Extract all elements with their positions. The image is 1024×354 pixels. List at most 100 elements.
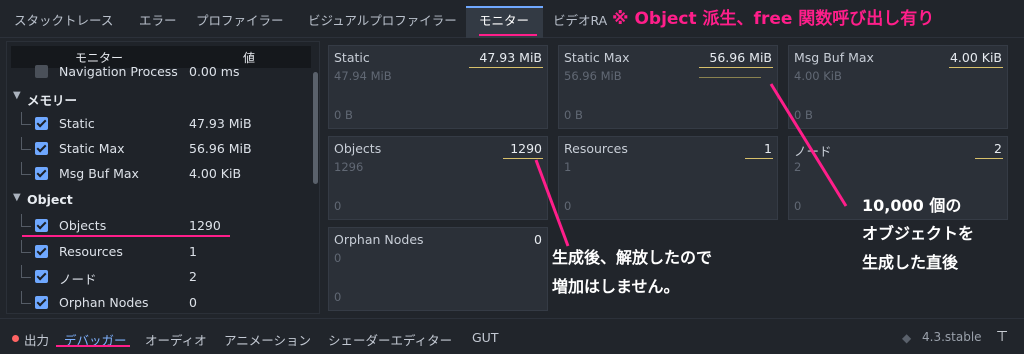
bottom-tab-audio[interactable]: オーディオ <box>145 330 207 349</box>
checkbox-static-max[interactable] <box>35 142 48 155</box>
row-value: 0.00 ms <box>189 64 240 79</box>
row-label: Resources <box>59 244 123 259</box>
graph-max: 2 <box>794 160 802 174</box>
graph-title: Resources <box>564 141 628 156</box>
tree-scrollbar[interactable] <box>313 72 318 184</box>
graph-zero: 0 B <box>564 108 583 122</box>
row-label: Objects <box>59 218 107 233</box>
row-value: 56.96 MiB <box>189 141 252 156</box>
graph-title: Orphan Nodes <box>334 232 424 247</box>
tab-monitor[interactable]: モニター <box>479 10 529 29</box>
graph-static: Static 47.93 MiB 47.94 MiB 0 B <box>328 45 548 129</box>
row-label: ノード <box>59 272 97 287</box>
graph-zero: 0 <box>794 199 802 213</box>
graph-objects: Objects 1290 1296 0 <box>328 136 548 220</box>
annotation-10000-line2: オブジェクトを <box>862 224 975 243</box>
checkbox-msg-buf-max[interactable] <box>35 167 48 180</box>
tree-guide <box>21 162 31 175</box>
category-label: メモリー <box>27 93 78 108</box>
row-value: 1 <box>189 244 197 259</box>
graph-title: ノード <box>794 144 832 159</box>
row-label: Navigation Process <box>59 64 178 79</box>
tree-guide <box>21 214 31 227</box>
tree-row-nodes[interactable]: ノード 2 <box>7 265 307 289</box>
version-label[interactable]: 4.3.stable <box>922 330 982 344</box>
graph-zero: 0 <box>564 199 572 213</box>
annotation-object-free: ※ Object 派生、free 関数呼び出し有り <box>612 9 935 29</box>
graph-max: 4.00 KiB <box>794 69 842 83</box>
row-value: 1290 <box>189 218 221 233</box>
graph-value-underline <box>503 158 543 159</box>
tree-row-orphan-nodes[interactable]: Orphan Nodes 0 <box>7 291 307 313</box>
tree-category-object[interactable]: ▼ Object <box>7 188 307 212</box>
row-value: 2 <box>189 269 197 284</box>
bottom-tab-gut[interactable]: GUT <box>472 330 498 345</box>
row-value: 47.93 MiB <box>189 116 252 131</box>
graph-max: 1 <box>564 160 572 174</box>
tree-row-static[interactable]: Static 47.93 MiB <box>7 112 307 136</box>
graph-zero: 0 B <box>794 108 813 122</box>
bottom-tab-animation[interactable]: アニメーション <box>224 330 311 349</box>
graph-trace <box>699 77 761 78</box>
debugger-tab-bar: スタックトレース エラー プロファイラー ビジュアルプロファイラー モニター ビ… <box>0 0 1024 38</box>
tab-errors[interactable]: エラー <box>139 10 177 29</box>
graph-title: Static <box>334 50 370 65</box>
annotation-underline-monitor <box>479 34 537 36</box>
tree-guide <box>21 137 31 150</box>
bottom-tab-output[interactable]: 出力 <box>24 330 49 349</box>
tab-profiler[interactable]: プロファイラー <box>196 10 284 29</box>
tree-row-static-max[interactable]: Static Max 56.96 MiB <box>7 137 307 161</box>
graph-value-underline <box>745 158 773 159</box>
graph-max: 56.96 MiB <box>564 69 622 83</box>
pin-panel-icon[interactable]: ⊤ <box>996 329 1008 345</box>
graph-value: 2 <box>994 141 1002 156</box>
checkbox-static[interactable] <box>35 117 48 130</box>
graph-value: 56.96 MiB <box>709 50 772 65</box>
graph-zero: 0 B <box>334 108 353 122</box>
graph-title: Static Max <box>564 50 630 65</box>
row-label: Orphan Nodes <box>59 295 149 310</box>
tree-guide <box>21 112 31 125</box>
category-label: Object <box>27 192 73 207</box>
tree-guide <box>21 291 31 304</box>
annotation-underline-objects <box>22 235 230 237</box>
annotation-no-increase-line2: 増加はしません。 <box>552 277 680 296</box>
bottom-panel-bar: 出力 デバッガー オーディオ アニメーション シェーダーエディター GUT ◆ … <box>0 318 1024 354</box>
graph-title: Objects <box>334 141 382 156</box>
tree-category-memory[interactable]: ▼ メモリー <box>7 86 307 110</box>
collapse-arrow-icon[interactable]: ▼ <box>13 192 21 203</box>
graph-max: 0 <box>334 251 342 265</box>
annotation-no-increase-line1: 生成後、解放したので <box>552 248 713 267</box>
annotation-10000-line1: 10,000 個の <box>862 196 962 215</box>
tab-visual-profiler[interactable]: ビジュアルプロファイラー <box>308 10 457 29</box>
tab-stack-trace[interactable]: スタックトレース <box>14 10 113 29</box>
bottom-tab-shader-editor[interactable]: シェーダーエディター <box>328 330 452 349</box>
checkbox-objects[interactable] <box>35 219 48 232</box>
graph-value: 1290 <box>510 141 542 156</box>
checkbox-resources[interactable] <box>35 245 48 258</box>
tree-row-resources[interactable]: Resources 1 <box>7 240 307 264</box>
graph-static-max: Static Max 56.96 MiB 56.96 MiB 0 B <box>558 45 778 129</box>
monitor-tree: モニター 値 Navigation Process 0.00 ms ▼ メモリー… <box>6 41 320 314</box>
graph-value: 47.93 MiB <box>479 50 542 65</box>
row-value: 4.00 KiB <box>189 166 242 181</box>
tree-guide <box>21 240 31 253</box>
row-value: 0 <box>189 295 197 310</box>
row-label: Msg Buf Max <box>59 166 139 181</box>
tree-guide <box>21 265 31 278</box>
tab-video-ram[interactable]: ビデオRA <box>553 10 607 29</box>
godot-version-icon: ◆ <box>902 331 912 345</box>
graph-value: 4.00 KiB <box>949 50 1002 65</box>
checkbox-nodes[interactable] <box>35 270 48 283</box>
tree-row-msg-buf-max[interactable]: Msg Buf Max 4.00 KiB <box>7 162 307 186</box>
collapse-arrow-icon[interactable]: ▼ <box>13 90 21 101</box>
tree-row-navigation-process[interactable]: Navigation Process 0.00 ms <box>7 60 307 84</box>
graph-value-underline <box>975 158 1003 159</box>
error-dot-icon <box>12 335 19 342</box>
graph-orphan-nodes: Orphan Nodes 0 0 0 <box>328 227 548 311</box>
checkbox-navigation-process[interactable] <box>35 65 48 78</box>
checkbox-orphan-nodes[interactable] <box>35 296 48 309</box>
graph-max: 47.94 MiB <box>334 69 392 83</box>
graph-value-underline <box>699 67 773 68</box>
graph-value: 0 <box>534 232 542 247</box>
